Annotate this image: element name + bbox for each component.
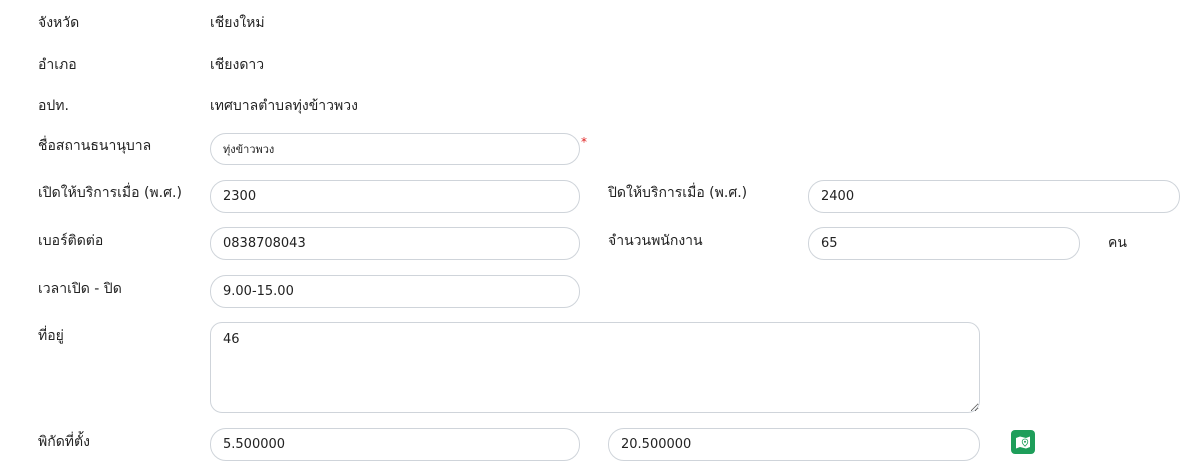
hours-input[interactable]	[210, 275, 580, 308]
address-textarea[interactable]: 46	[210, 322, 980, 413]
province-label: จังหวัด	[38, 15, 80, 31]
staff-unit-label: คน	[1108, 235, 1127, 251]
longitude-input[interactable]	[608, 428, 980, 461]
lao-value: เทศบาลตำบลทุ่งข้าวพวง	[210, 98, 358, 114]
bank-name-input[interactable]	[210, 133, 580, 165]
address-label: ที่อยู่	[38, 328, 64, 344]
open-year-input[interactable]	[210, 180, 580, 213]
close-year-input[interactable]	[808, 180, 1180, 213]
bank-name-label: ชื่อสถานธนานุบาล	[38, 138, 152, 154]
coordinates-label: พิกัดที่ตั้ง	[38, 434, 90, 450]
close-year-label: ปิดให้บริการเมื่อ (พ.ศ.)	[608, 185, 748, 201]
open-year-label: เปิดให้บริการเมื่อ (พ.ศ.)	[38, 185, 182, 201]
required-mark: *	[581, 135, 587, 149]
province-value: เชียงใหม่	[210, 15, 265, 31]
staff-count-input[interactable]	[808, 227, 1080, 260]
phone-input[interactable]	[210, 227, 580, 260]
district-value: เชียงดาว	[210, 57, 265, 73]
phone-label: เบอร์ติดต่อ	[38, 233, 104, 249]
lao-label: อปท.	[38, 98, 69, 114]
district-label: อำเภอ	[38, 57, 77, 73]
map-button[interactable]	[1011, 430, 1035, 454]
latitude-input[interactable]	[210, 428, 580, 461]
map-marker-icon	[1016, 436, 1030, 449]
hours-label: เวลาเปิด - ปิด	[38, 281, 122, 297]
staff-count-label: จำนวนพนักงาน	[608, 233, 703, 249]
